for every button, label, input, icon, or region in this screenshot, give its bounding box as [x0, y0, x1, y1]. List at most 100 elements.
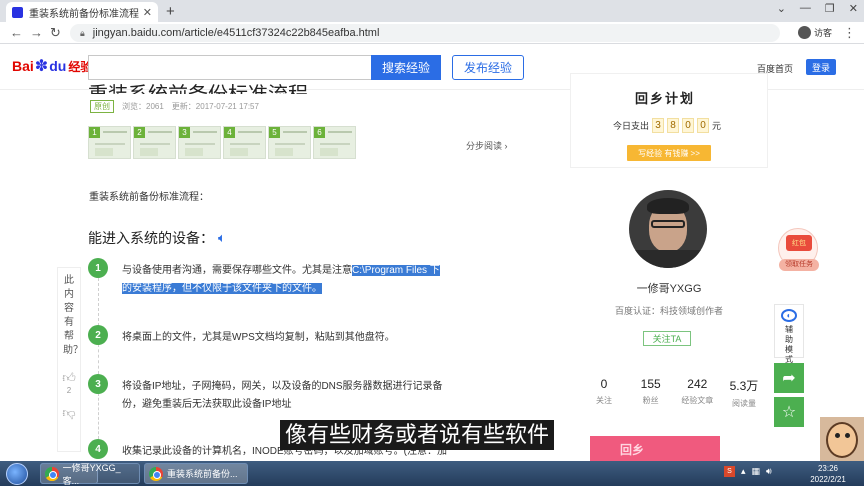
logo-bai-text: Bai — [12, 58, 34, 74]
step-text: 将设备IP地址，子网掩码，网关，以及设备的DNS服务器数据进行记录备份，避免重装… — [122, 381, 443, 410]
taskbar-window-title: 重装系统前备份... — [167, 469, 238, 479]
stat-fans[interactable]: 155 粉丝 — [631, 377, 671, 409]
payout-digit: 0 — [682, 118, 695, 133]
step-thumbnail[interactable]: 2 — [133, 126, 176, 159]
section-title: 能进入系统的设备： 🔈︎ — [88, 228, 226, 248]
payout-unit: 元 — [712, 121, 722, 131]
chrome-icon — [45, 466, 59, 481]
address-bar-row: ← → ↻ 🔒︎ jingyan.baidu.com/article/e4511… — [0, 22, 864, 44]
promo-text: 回乡 — [620, 443, 645, 457]
author-avatar[interactable] — [629, 190, 707, 268]
step-number: 4 — [88, 439, 108, 459]
video-subtitle: 像有些财务或者说有些软件 — [280, 420, 555, 450]
payout-digit: 3 — [652, 118, 665, 133]
stat-value: 242 — [687, 377, 708, 391]
streamer-cartoon-avatar — [820, 417, 864, 461]
thumb-number: 5 — [269, 127, 280, 138]
sogou-ime-icon[interactable]: S — [724, 466, 735, 477]
step-thumbnail[interactable]: 4 — [223, 126, 266, 159]
step-thumbnail[interactable]: 1 — [88, 126, 131, 159]
step-thumbnail[interactable]: 6 — [313, 126, 356, 159]
original-tag: 原创 — [90, 100, 114, 113]
stat-label: 关注 — [596, 396, 612, 405]
update-time: 更新：2017-07-21 17:57 — [171, 102, 259, 111]
thumb-number: 6 — [314, 127, 325, 138]
baidu-jingyan-logo[interactable]: Bai ✽ du 经验 — [12, 56, 92, 76]
stat-label: 经验文章 — [681, 396, 714, 405]
forward-arrow-icon[interactable]: → — [30, 25, 43, 40]
payout-label: 今日支出 — [613, 121, 650, 131]
network-icon[interactable]: ▦ — [752, 466, 761, 477]
window-controls: ⌄ — ❐ ✕ — [777, 2, 858, 15]
taskbar-window-2[interactable]: 重装系统前备份... — [144, 463, 248, 484]
browser-tab[interactable]: 重装系统前备份标准流程-百度经 ✕ — [6, 2, 158, 22]
like-count: 2 — [66, 386, 72, 395]
screen: 重装系统前备份标准流程-百度经 ✕ + ⌄ — ❐ ✕ ← → ↻ 🔒︎ jin… — [0, 0, 864, 486]
selected-text: 的安装程序，但不仅限于该文件夹下的文件。 — [122, 283, 322, 294]
thumb-number: 3 — [179, 127, 190, 138]
step-text: 与设备使用者沟通，需要保存哪些文件。尤其是注意C:\Program Files … — [122, 262, 452, 298]
helpful-feedback-bar: 此内容有帮助？ 👍︎ 2 👎︎ — [57, 267, 83, 452]
assist-mode-button[interactable]: ◐ 辅助模式 — [774, 304, 804, 364]
chrome-icon — [149, 466, 163, 481]
windows-taskbar: 一修哥YXGG_客... 重装系统前备份... S ▴ ▦ 🔊︎ 23:26 2… — [0, 461, 864, 486]
step-thumbnail[interactable]: 5 — [268, 126, 311, 159]
stat-articles[interactable]: 242 经验文章 — [677, 377, 717, 409]
step-number: 2 — [88, 325, 108, 345]
menu-kebab-icon[interactable]: ⋮ — [843, 25, 856, 41]
star-icon[interactable]: ☆ — [774, 397, 804, 427]
system-clock[interactable]: 23:26 2022/2/21 — [806, 463, 850, 485]
article-title: 重装系统前备份标准流程 — [88, 72, 358, 94]
payout-digit: 0 — [697, 118, 710, 133]
write-earn-button[interactable]: 写经验 有钱赚 >> — [627, 145, 711, 161]
thumbs-up-icon[interactable]: 👍︎ — [62, 370, 76, 386]
minimize-button[interactable]: — — [800, 2, 811, 15]
claim-task-label: 领取任务 — [779, 259, 819, 271]
view-count: 浏览：2061 — [122, 102, 164, 111]
tab-search-icon[interactable]: ⌄ — [777, 2, 786, 15]
maximize-button[interactable]: ❐ — [825, 2, 835, 15]
thumbs-down-icon[interactable]: 👎︎ — [62, 405, 75, 421]
browser-tab-bar: 重装系统前备份标准流程-百度经 ✕ + ⌄ — ❐ ✕ — [0, 0, 864, 22]
tab-close-icon[interactable]: ✕ — [143, 6, 152, 19]
assist-mode-label: 辅助模式 — [785, 325, 793, 364]
taskbar-window-1[interactable]: 一修哥YXGG_客... — [40, 462, 140, 486]
stat-label: 粉丝 — [642, 396, 659, 405]
profile-avatar-icon — [798, 26, 811, 39]
step-thumbnail[interactable]: 3 — [178, 126, 221, 159]
new-tab-button[interactable]: + — [166, 3, 175, 20]
url-field[interactable]: 🔒︎ jingyan.baidu.com/article/e4511cf3732… — [70, 24, 780, 42]
step-number: 3 — [88, 374, 108, 394]
step-connector — [98, 344, 99, 374]
system-tray: S ▴ ▦ 🔊︎ — [724, 466, 772, 477]
tray-expand-icon[interactable]: ▴ — [741, 466, 746, 477]
follow-button[interactable]: 关注TA — [643, 331, 691, 346]
taskbar-window-title: 一修哥YXGG_客... — [62, 462, 121, 486]
homecoming-banner[interactable]: 回乡计划 今日支出 3 8 0 0 元 写经验 有钱赚 >> — [570, 73, 768, 168]
author-name[interactable]: 一修哥YXGG — [570, 280, 768, 296]
profile-button[interactable]: 访客 — [798, 26, 832, 39]
speaker-icon[interactable]: 🔈︎ — [218, 230, 226, 246]
step-number: 1 — [88, 258, 108, 278]
publish-button[interactable]: 发布经验 — [452, 55, 524, 80]
promo-banner[interactable]: 回乡 — [590, 436, 720, 463]
article-intro: 重装系统前备份标准流程： — [89, 192, 209, 203]
step-read-link[interactable]: 分步阅读 › — [466, 139, 508, 152]
clock-time: 23:26 — [817, 464, 839, 473]
volume-icon[interactable]: 🔊︎ — [766, 466, 772, 477]
search-button[interactable]: 搜索经验 — [371, 55, 441, 80]
start-button[interactable] — [6, 463, 28, 485]
author-sidebar: 回乡计划 今日支出 3 8 0 0 元 写经验 有钱赚 >> 一修哥YXGG 百… — [570, 73, 768, 463]
thumb-number: 2 — [134, 127, 145, 138]
login-button[interactable]: 登录 — [806, 59, 836, 75]
article-title-text: 重装系统前备份标准流程 — [88, 78, 358, 94]
payout-digit: 8 — [667, 118, 680, 133]
stat-following[interactable]: 0 关注 — [584, 377, 624, 409]
stat-reads[interactable]: 5.3万 阅读量 — [724, 377, 764, 409]
back-arrow-icon[interactable]: ← — [10, 25, 23, 40]
red-packet-widget[interactable]: 红包 领取任务 — [778, 228, 819, 271]
thumb-number: 4 — [224, 127, 235, 138]
close-window-button[interactable]: ✕ — [849, 2, 858, 15]
reload-icon[interactable]: ↻ — [50, 25, 61, 41]
share-icon[interactable]: ➦ — [774, 363, 804, 393]
